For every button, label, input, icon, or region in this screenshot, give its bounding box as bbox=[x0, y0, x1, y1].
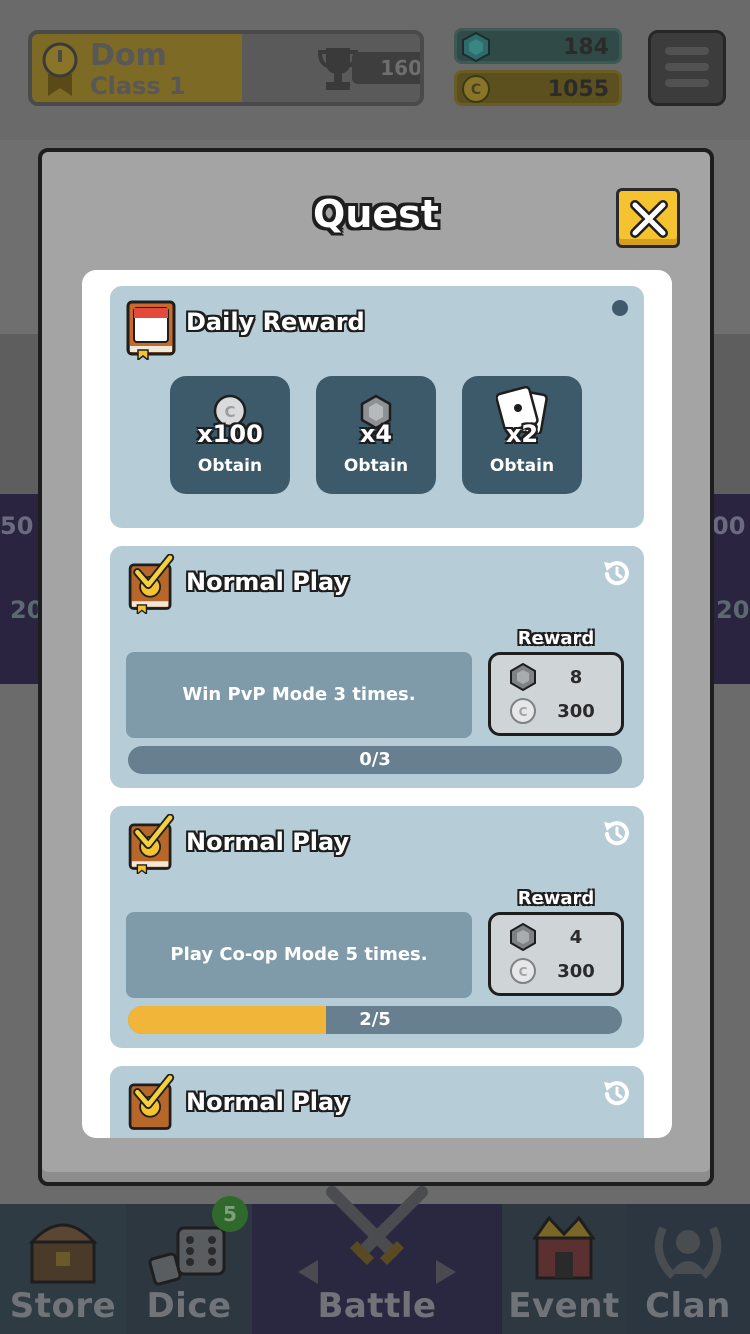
profile-card[interactable]: Dom Class 1 160 bbox=[28, 30, 424, 106]
gem-icon bbox=[510, 923, 536, 951]
close-icon bbox=[630, 200, 668, 238]
refresh-icon[interactable] bbox=[602, 558, 632, 588]
edge-number: 00 bbox=[712, 512, 746, 540]
reward-gems-row: 4 bbox=[509, 923, 609, 953]
svg-text:C: C bbox=[519, 705, 528, 719]
reward-coins-value: 300 bbox=[557, 961, 595, 982]
treasure-chest-icon bbox=[28, 1223, 98, 1284]
quest-list: Daily Reward C x100 Obtain x4 Obtain x2 … bbox=[110, 286, 644, 1138]
quest-progress-bar: 2/5 bbox=[128, 1006, 622, 1034]
obtain-label: Obtain bbox=[489, 456, 555, 476]
reward-coins-value: 300 bbox=[557, 701, 595, 722]
quest-book-check-icon bbox=[128, 1074, 175, 1130]
obtain-label: Obtain bbox=[197, 456, 263, 476]
nav-clan[interactable]: Clan bbox=[626, 1204, 750, 1334]
coin-icon: C bbox=[510, 698, 536, 724]
daily-reward-card: Daily Reward C x100 Obtain x4 Obtain x2 … bbox=[110, 286, 644, 528]
quest-title: Normal Play bbox=[186, 828, 350, 856]
gem-balance[interactable]: 184 bbox=[454, 28, 622, 64]
nav-store-label: Store bbox=[9, 1286, 117, 1326]
daily-reward-title: Daily Reward bbox=[186, 308, 365, 336]
nav-battle[interactable]: Battle bbox=[252, 1186, 502, 1334]
quest-description: Win PvP Mode 3 times. bbox=[126, 652, 472, 738]
crown-tent-icon bbox=[532, 1215, 596, 1280]
svg-text:C: C bbox=[471, 82, 481, 98]
crossed-swords-icon bbox=[326, 1186, 428, 1266]
laurel-person-icon bbox=[654, 1226, 722, 1279]
arrow-right-icon[interactable] bbox=[436, 1260, 456, 1284]
nav-store[interactable]: Store bbox=[0, 1204, 126, 1334]
quest-description: Play Co-op Mode 5 times. bbox=[126, 912, 472, 998]
reward-label: Reward bbox=[517, 888, 595, 909]
daily-reward-amount: x100 bbox=[197, 420, 263, 448]
quest-card: Normal Play bbox=[110, 1066, 644, 1138]
trophy-count: 160 bbox=[352, 52, 420, 84]
daily-reward-amount: x4 bbox=[359, 420, 393, 448]
daily-reward-coins[interactable]: C x100 Obtain bbox=[170, 376, 290, 494]
quest-progress-bar: 0/3 bbox=[128, 746, 622, 774]
nav-battle-label: Battle bbox=[317, 1286, 437, 1326]
player-class: Class 1 bbox=[90, 72, 186, 100]
close-button[interactable] bbox=[616, 188, 680, 248]
refresh-icon[interactable] bbox=[602, 818, 632, 848]
bottom-nav: Store Dice Battle Event Clan bbox=[0, 1186, 750, 1334]
notification-dot bbox=[612, 300, 628, 316]
edge-number: 20 bbox=[716, 596, 750, 624]
calendar-book-icon bbox=[126, 300, 176, 360]
nav-event-label: Event bbox=[508, 1286, 620, 1326]
coin-icon: C bbox=[462, 75, 490, 103]
player-name: Dom bbox=[90, 38, 167, 73]
svg-text:C: C bbox=[224, 403, 235, 421]
reward-coins-row: C 300 bbox=[509, 957, 609, 987]
arrow-left-icon[interactable] bbox=[298, 1260, 318, 1284]
reward-coins-row: C 300 bbox=[509, 697, 609, 727]
gem-icon bbox=[510, 663, 536, 691]
menu-button[interactable] bbox=[648, 30, 726, 106]
reward-gems-value: 8 bbox=[569, 667, 583, 688]
quest-book-check-icon bbox=[128, 554, 175, 614]
quest-title: Normal Play bbox=[186, 1088, 350, 1116]
quest-card: Normal Play Win PvP Mode 3 times. Reward… bbox=[110, 546, 644, 788]
nav-dice-label: Dice bbox=[146, 1286, 232, 1326]
reward-gems-value: 4 bbox=[569, 927, 583, 948]
edge-number: 50 bbox=[0, 512, 34, 540]
modal-title: Quest bbox=[313, 192, 439, 236]
dice-notification-badge: 5 bbox=[212, 1196, 248, 1232]
menu-line bbox=[665, 47, 709, 55]
reward-box: 4 C 300 bbox=[488, 912, 624, 996]
refresh-icon[interactable] bbox=[602, 1078, 632, 1108]
quest-modal: Quest Daily Reward C x100 Obtain x4 Obta… bbox=[38, 148, 714, 1186]
medal-icon bbox=[42, 42, 78, 96]
quest-card: Normal Play Play Co-op Mode 5 times. Rew… bbox=[110, 806, 644, 1048]
coin-balance[interactable]: C 1055 bbox=[454, 70, 622, 106]
reward-box: 8 C 300 bbox=[488, 652, 624, 736]
reward-label: Reward bbox=[517, 628, 595, 649]
quest-title: Normal Play bbox=[186, 568, 350, 596]
coin-count: 1055 bbox=[547, 77, 609, 102]
nav-clan-label: Clan bbox=[645, 1286, 731, 1326]
quest-list-panel[interactable]: Daily Reward C x100 Obtain x4 Obtain x2 … bbox=[82, 270, 672, 1138]
progress-text: 0/3 bbox=[359, 749, 391, 770]
gem-icon bbox=[462, 32, 490, 62]
obtain-label: Obtain bbox=[343, 456, 409, 476]
quest-book-check-icon bbox=[128, 814, 175, 874]
svg-text:C: C bbox=[519, 965, 528, 979]
coin-icon: C bbox=[510, 958, 536, 984]
progress-text: 2/5 bbox=[359, 1009, 391, 1030]
menu-line bbox=[665, 79, 709, 87]
nav-event[interactable]: Event bbox=[502, 1204, 626, 1334]
menu-line bbox=[665, 63, 709, 71]
daily-reward-amount: x2 bbox=[505, 420, 539, 448]
reward-gems-row: 8 bbox=[509, 663, 609, 693]
daily-reward-gems[interactable]: x4 Obtain bbox=[316, 376, 436, 494]
gem-count: 184 bbox=[563, 35, 609, 60]
daily-reward-cards[interactable]: x2 Obtain bbox=[462, 376, 582, 494]
